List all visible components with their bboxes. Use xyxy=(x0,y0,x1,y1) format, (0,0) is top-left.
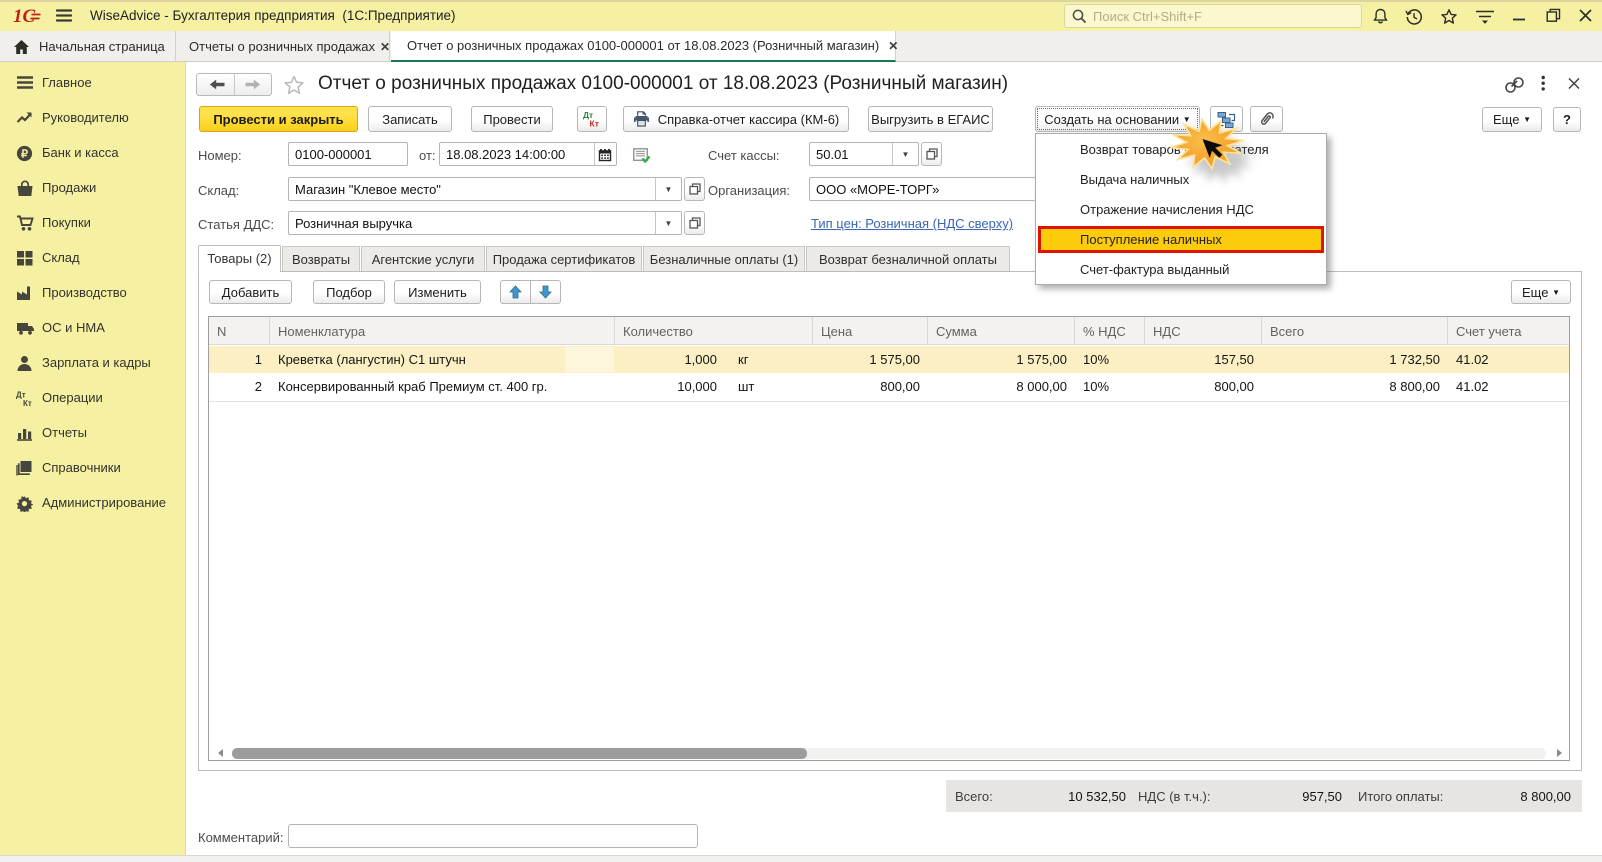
svg-text:Кт: Кт xyxy=(590,119,599,129)
svg-text:1С: 1С xyxy=(13,6,36,26)
svg-text:Кт: Кт xyxy=(23,399,32,407)
svg-text:₽: ₽ xyxy=(21,149,28,161)
